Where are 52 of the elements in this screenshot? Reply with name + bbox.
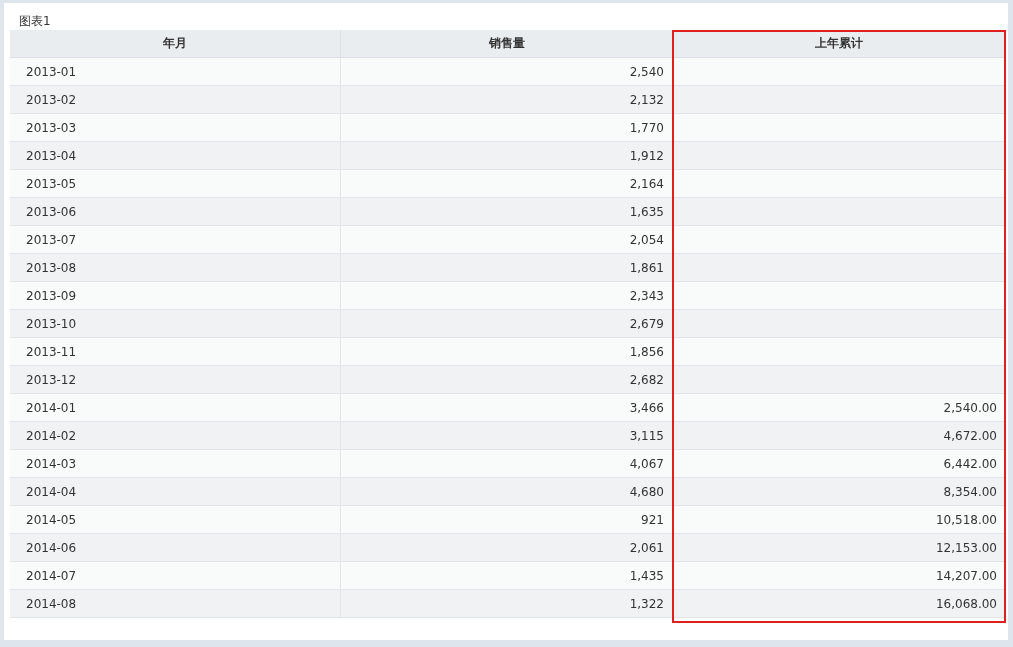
table-cell: 921 [341, 506, 673, 534]
table-cell: 2,164 [341, 170, 673, 198]
table-cell: 2014-01 [10, 394, 341, 422]
table-cell: 2013-10 [10, 310, 341, 338]
table-cell: 2014-08 [10, 590, 341, 618]
table-cell: 16,068.00 [673, 590, 1006, 618]
table-cell: 1,912 [341, 142, 673, 170]
table-cell: 2013-12 [10, 366, 341, 394]
table-cell: 1,635 [341, 198, 673, 226]
table-cell: 2013-03 [10, 114, 341, 142]
table-cell: 2014-03 [10, 450, 341, 478]
table-cell: 2,540.00 [673, 394, 1006, 422]
table-cell: 4,680 [341, 478, 673, 506]
column-header: 销售量 [341, 30, 673, 58]
table-cell: 2,343 [341, 282, 673, 310]
table-cell: 1,856 [341, 338, 673, 366]
table-cell: 2013-09 [10, 282, 341, 310]
table-cell: 2013-11 [10, 338, 341, 366]
table-cell: 2013-08 [10, 254, 341, 282]
column-header: 上年累计 [673, 30, 1006, 58]
table-cell: 6,442.00 [673, 450, 1006, 478]
table-cell: 2014-02 [10, 422, 341, 450]
table-cell: 2013-05 [10, 170, 341, 198]
table-cell: 1,770 [341, 114, 673, 142]
table-cell: 2,061 [341, 534, 673, 562]
table-cell: 2,679 [341, 310, 673, 338]
table-cell: 4,672.00 [673, 422, 1006, 450]
table-cell: 2013-01 [10, 58, 341, 86]
table-cell: 2013-06 [10, 198, 341, 226]
table-cell: 2013-02 [10, 86, 341, 114]
column-header: 年月 [10, 30, 341, 58]
table-cell: 2014-04 [10, 478, 341, 506]
table-cell: 1,435 [341, 562, 673, 590]
table-cell: 2,540 [341, 58, 673, 86]
table-cell: 2013-04 [10, 142, 341, 170]
table-cell: 1,861 [341, 254, 673, 282]
table-cell: 3,466 [341, 394, 673, 422]
table-cell: 2,054 [341, 226, 673, 254]
table-cell: 2,132 [341, 86, 673, 114]
table-cell: 2014-06 [10, 534, 341, 562]
table-cell: 2013-07 [10, 226, 341, 254]
table-cell: 2,682 [341, 366, 673, 394]
table-cell: 14,207.00 [673, 562, 1006, 590]
table-cell: 4,067 [341, 450, 673, 478]
table-cell: 10,518.00 [673, 506, 1006, 534]
table-cell: 2014-07 [10, 562, 341, 590]
table-cell: 8,354.00 [673, 478, 1006, 506]
table-cell: 1,322 [341, 590, 673, 618]
panel-title: 图表1 [18, 13, 52, 30]
table-cell: 12,153.00 [673, 534, 1006, 562]
table-cell: 3,115 [341, 422, 673, 450]
table-cell: 2014-05 [10, 506, 341, 534]
